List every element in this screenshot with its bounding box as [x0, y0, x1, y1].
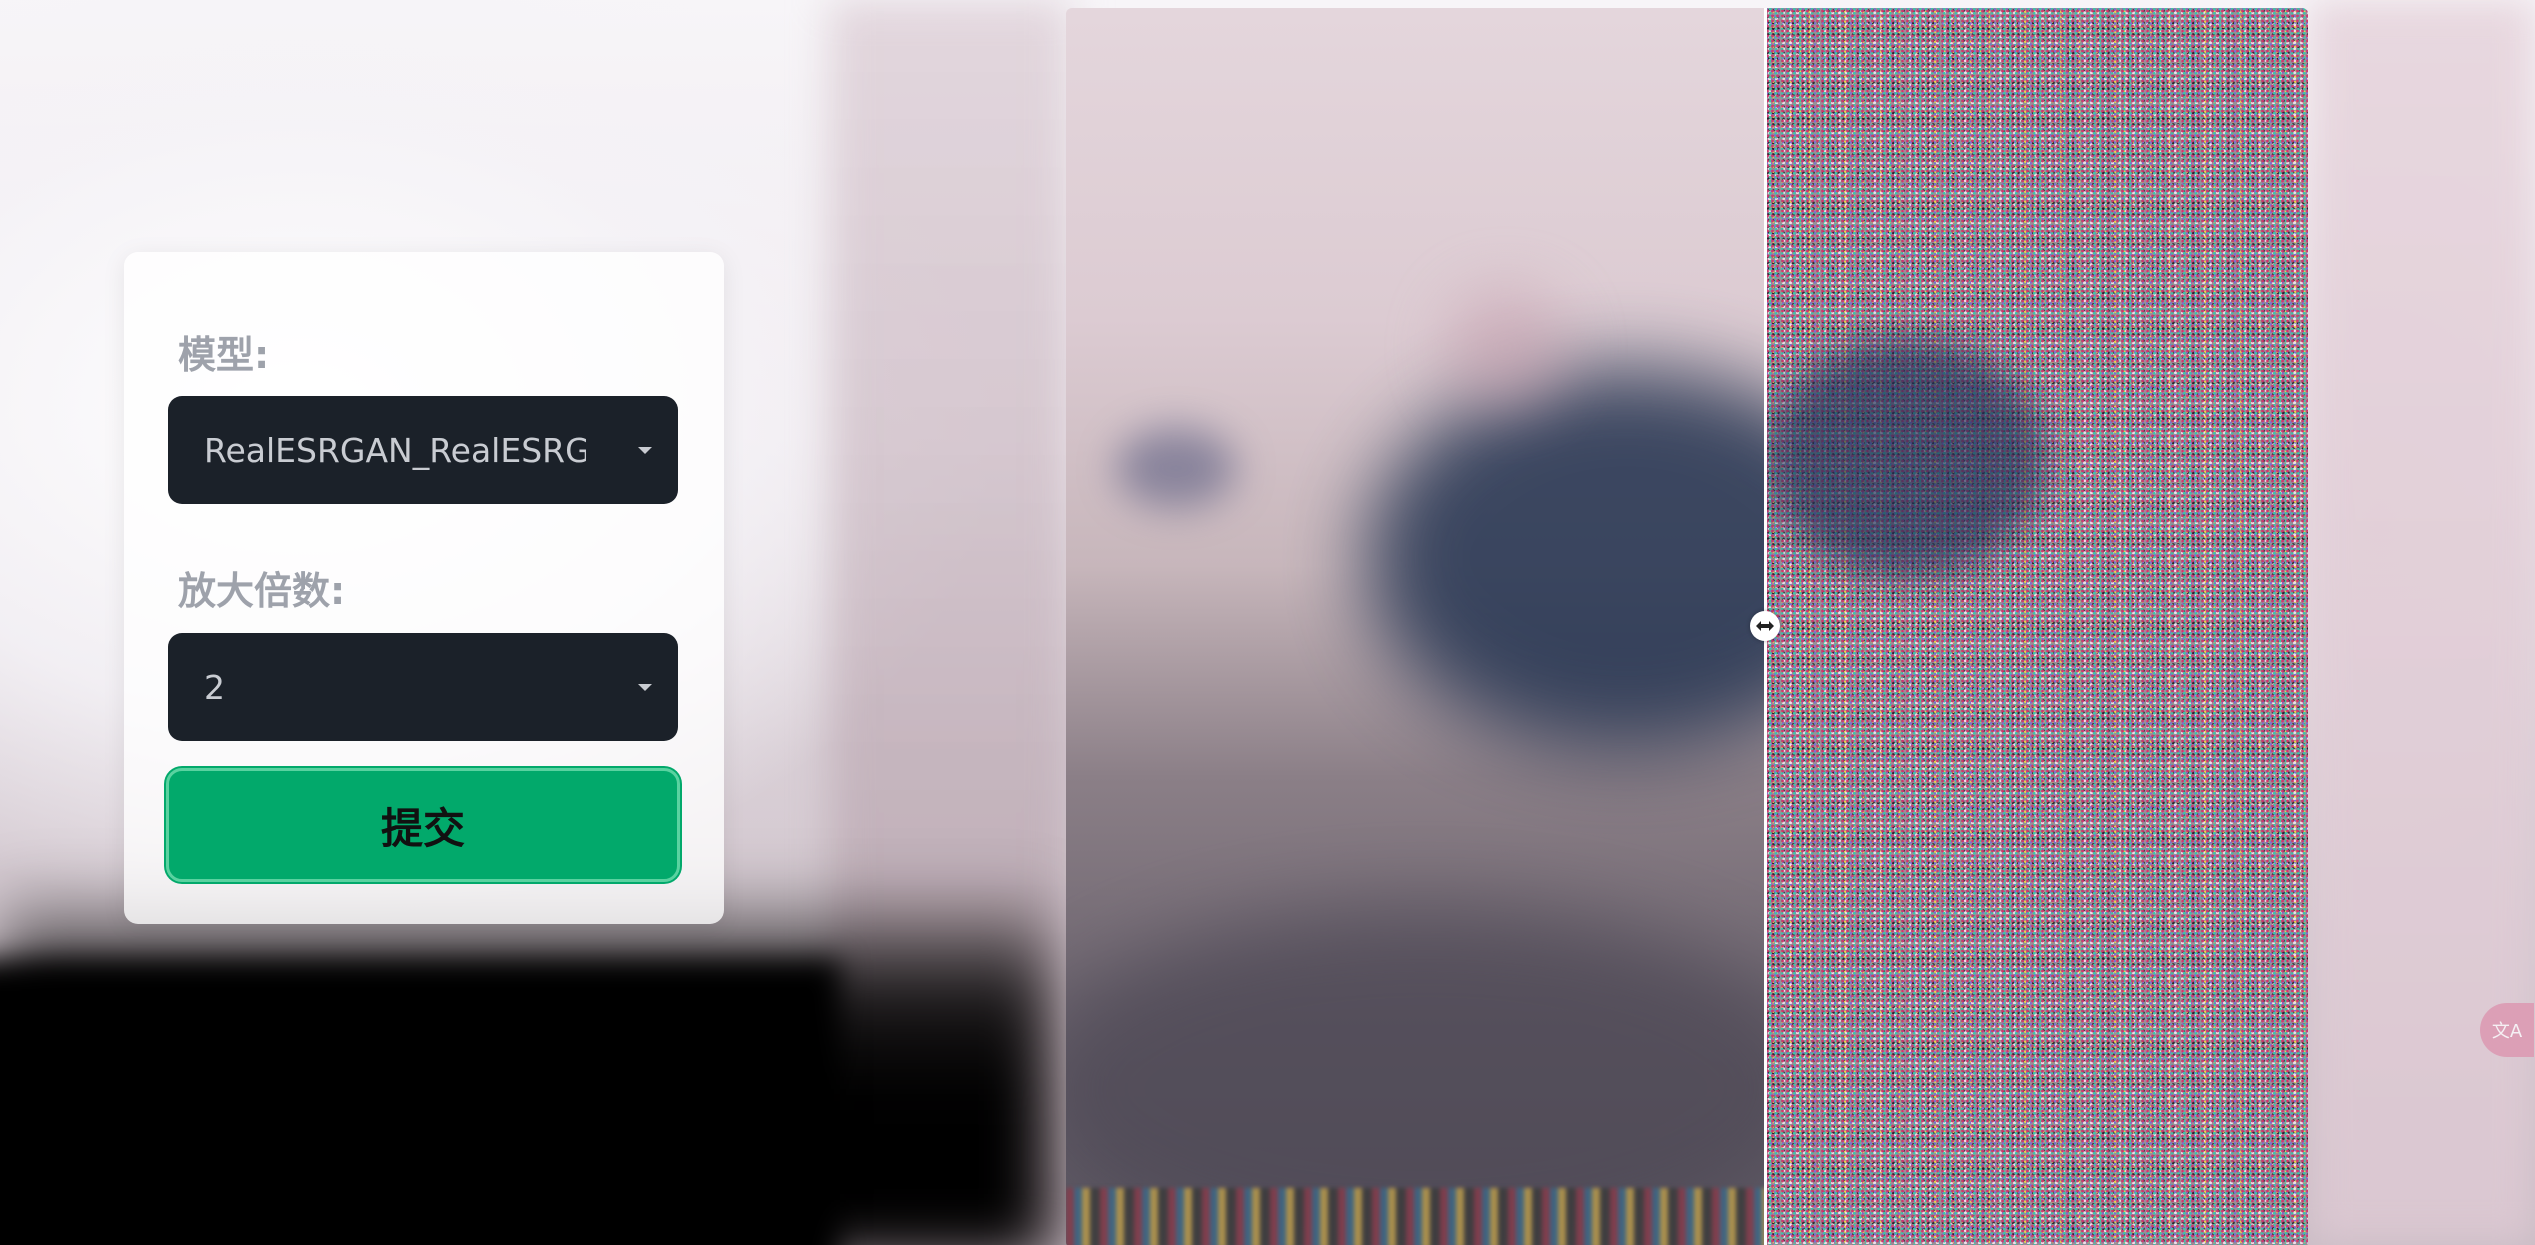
- image-comparison[interactable]: [1066, 8, 2308, 1245]
- chevron-down-icon: [638, 447, 652, 454]
- chevron-down-icon: [638, 684, 652, 691]
- original-image: [1766, 8, 2308, 1245]
- image-spot: [1116, 428, 1236, 508]
- model-select-value: RealESRGAN_RealESRGAN: [204, 430, 586, 470]
- scale-select-value: 2: [204, 667, 225, 707]
- image-bottom-texture: [1066, 1188, 1766, 1245]
- background-dark-area: [0, 960, 840, 1245]
- page: 模型: RealESRGAN_RealESRGAN 放大倍数: 2 提交: [0, 0, 2535, 1245]
- scale-label: 放大倍数:: [178, 569, 346, 613]
- left-right-arrows-icon[interactable]: [1750, 611, 1780, 641]
- translate-icon[interactable]: 文A: [2480, 1003, 2534, 1057]
- upscaled-image: [1066, 8, 1766, 1245]
- image-dark-shape: [1766, 338, 2046, 578]
- model-select[interactable]: RealESRGAN_RealESRGAN: [168, 396, 678, 504]
- submit-button[interactable]: 提交: [166, 768, 680, 882]
- image-spot: [1446, 288, 1566, 408]
- model-label: 模型:: [178, 333, 270, 377]
- image-dark-shape: [1366, 368, 1766, 748]
- scale-select[interactable]: 2: [168, 633, 678, 741]
- background-right-strip: [2310, 0, 2535, 1245]
- settings-panel: 模型: RealESRGAN_RealESRGAN 放大倍数: 2 提交: [124, 252, 724, 924]
